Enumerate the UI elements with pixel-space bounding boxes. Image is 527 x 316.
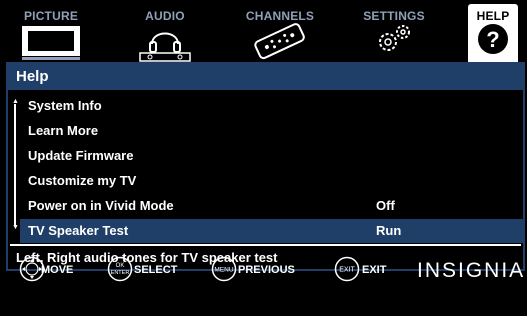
enter-label: ENTER: [111, 270, 130, 276]
select-hint-label: SELECT: [134, 264, 178, 276]
gears-icon: [379, 25, 410, 51]
tv-icon: [22, 26, 80, 60]
exit-button-label: EXIT: [339, 267, 355, 274]
menu-item-value: Run: [376, 223, 402, 238]
panel-title: Help: [8, 64, 523, 90]
menu-item-customize-my-tv[interactable]: Customize my TV: [20, 169, 523, 193]
menu-item-value: Off: [376, 198, 395, 213]
tab-audio-label: AUDIO: [145, 9, 185, 23]
menu-button-icon: MENU: [211, 256, 237, 282]
tab-channels[interactable]: CHANNELS: [244, 0, 316, 62]
scroll-down-arrow-icon[interactable]: ▼: [12, 224, 19, 231]
svg-text:?: ?: [486, 27, 499, 52]
tab-help-label: HELP: [476, 9, 510, 23]
remote-icon: [254, 23, 305, 60]
menu-item-system-info[interactable]: System Info: [20, 94, 523, 118]
tab-audio[interactable]: AUDIO: [139, 0, 191, 62]
ok-label: OK: [116, 263, 125, 269]
divider: [10, 244, 521, 246]
tab-picture-label: PICTURE: [23, 9, 79, 23]
menu-item-label: Power on in Vivid Mode: [28, 198, 174, 213]
exit-hint-label: EXIT: [362, 264, 387, 276]
menu-item-label: System Info: [28, 98, 102, 113]
menu-item-learn-more[interactable]: Learn More: [20, 119, 523, 143]
menu-item-label: Customize my TV: [28, 173, 137, 188]
tab-settings-label: SETTINGS: [363, 9, 425, 23]
exit-button-icon: EXIT: [334, 256, 360, 282]
menu-item-label: TV Speaker Test: [28, 223, 129, 238]
tab-channels-label: CHANNELS: [245, 9, 315, 23]
item-description: Left, Right audio tones for TV speaker t…: [16, 250, 278, 265]
menu-label: MENU: [214, 267, 233, 274]
previous-hint-label: PREVIOUS: [238, 264, 295, 276]
tab-picture[interactable]: PICTURE: [20, 0, 82, 62]
help-menu-panel: Help ▲ ▼ System Info Learn More Update F…: [6, 62, 525, 271]
tab-help[interactable]: HELP ?: [468, 4, 518, 62]
ok-enter-button-icon: OK ENTER: [107, 256, 133, 282]
menu-item-label: Learn More: [28, 123, 99, 138]
menu-item-label: Update Firmware: [28, 148, 134, 163]
menu-item-power-on-vivid-mode[interactable]: Power on in Vivid Mode Off: [20, 194, 523, 218]
brand-logo: INSIGNIA: [417, 259, 526, 282]
tab-settings[interactable]: SETTINGS: [361, 0, 427, 62]
headphones-icon: [139, 32, 191, 62]
menu-item-tv-speaker-test[interactable]: TV Speaker Test Run: [20, 219, 523, 243]
scrollbar[interactable]: [14, 104, 16, 226]
question-icon: ?: [478, 24, 508, 54]
move-hint-label: MOVE: [41, 264, 74, 276]
menu-tabs: PICTURE AUDIO CHANNELS SETTINGS HELP ?: [0, 0, 527, 62]
menu-item-update-firmware[interactable]: Update Firmware: [20, 144, 523, 168]
